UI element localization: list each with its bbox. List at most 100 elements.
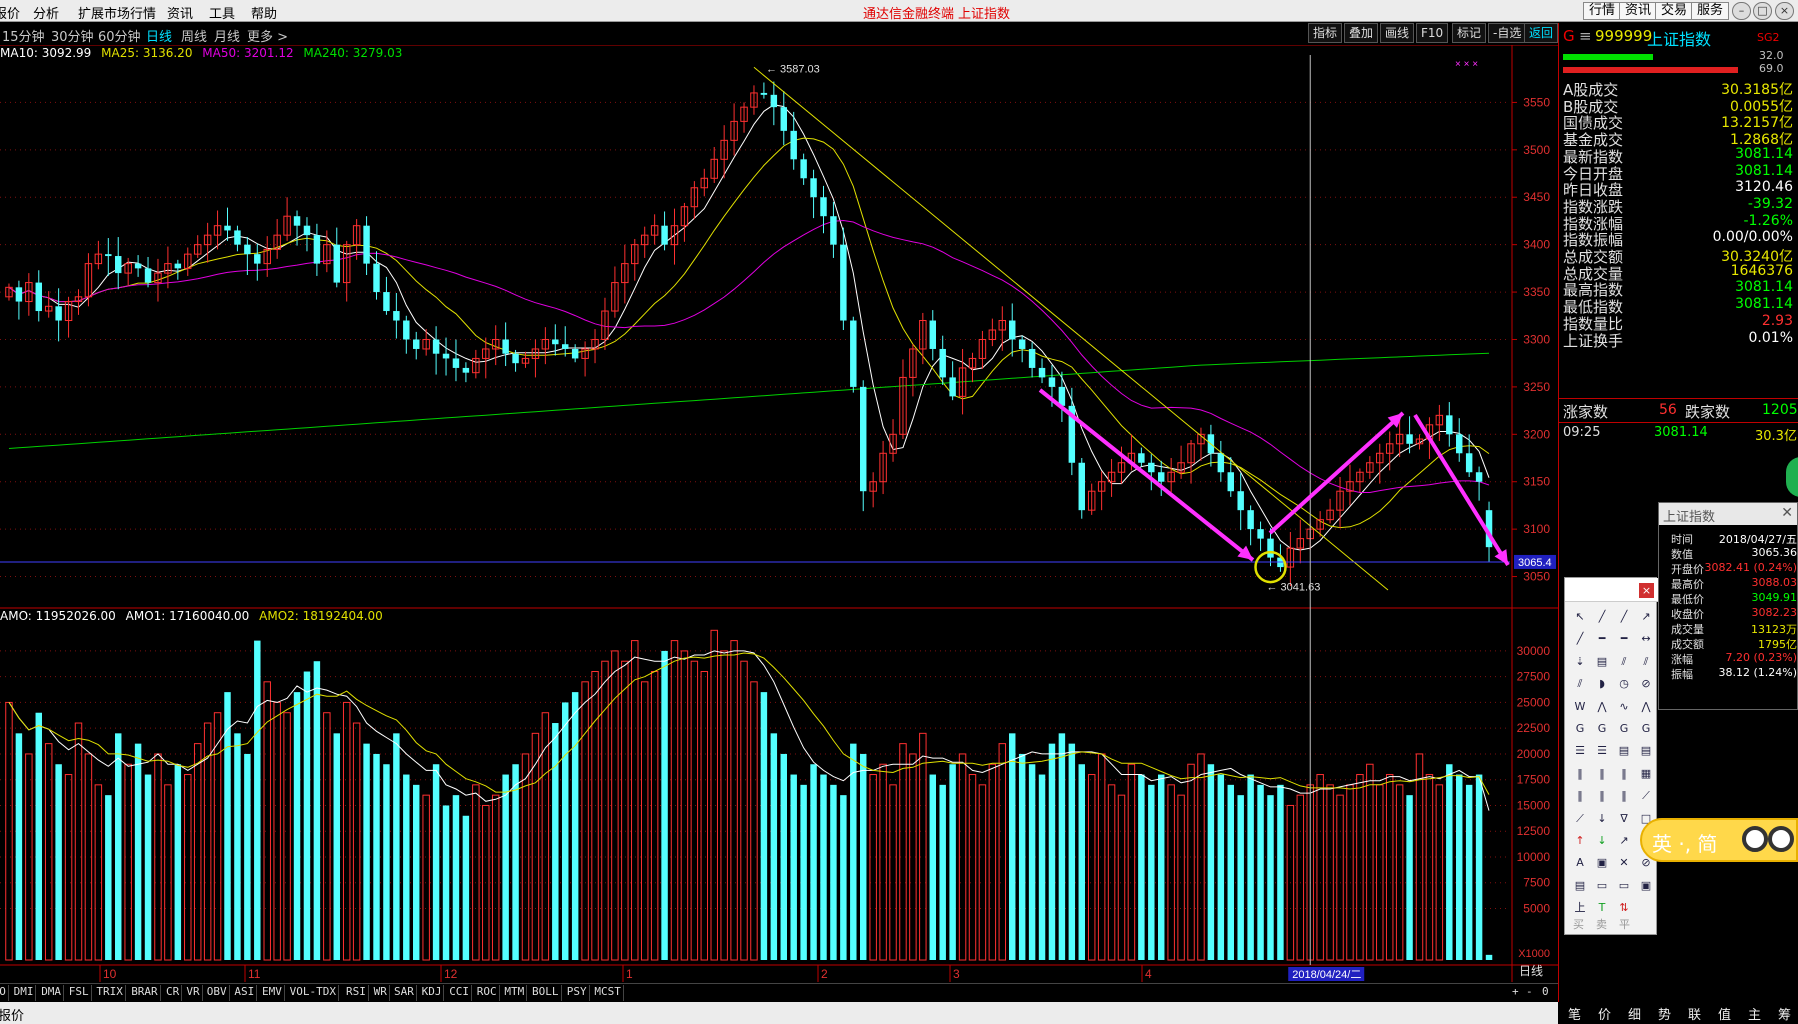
draw-tool-icon[interactable]: ↓ — [1593, 810, 1611, 828]
indicator-tab[interactable]: AMO — [0, 985, 9, 1001]
indicator-tab[interactable]: VOL-TDX — [288, 985, 339, 1001]
restore-icon[interactable]: □ — [1753, 2, 1772, 20]
draw-tool-icon[interactable]: ‖ — [1615, 765, 1633, 783]
btn-remove-watchlist[interactable]: -自选 — [1488, 23, 1527, 43]
zoom-out-button[interactable]: - — [1526, 985, 1533, 998]
status-left[interactable]: 报价 — [0, 1005, 24, 1024]
ime-toolbar[interactable]: 英 ·, 简 — [1640, 818, 1798, 862]
zoom-reset-button[interactable]: 0 — [1542, 985, 1549, 998]
draw-tool-icon[interactable]: ⟋ — [1637, 787, 1655, 805]
draw-tool-icon[interactable]: T — [1593, 899, 1611, 917]
indicator-tab[interactable]: FSL — [67, 985, 92, 1001]
draw-tool-icon[interactable]: ‖ — [1571, 787, 1589, 805]
indicator-tab[interactable]: OBV — [205, 985, 230, 1001]
draw-tool-icon[interactable]: ━ — [1615, 630, 1633, 648]
btn-back[interactable]: 返回 — [1524, 23, 1559, 43]
tool-sell-label[interactable]: 卖 — [1596, 916, 1607, 932]
draw-tool-icon[interactable]: 上 — [1571, 899, 1589, 917]
draw-tool-icon[interactable]: ⟋ — [1571, 810, 1589, 828]
btn-news[interactable]: 资讯 — [1619, 2, 1658, 20]
btn-service[interactable]: 服务 — [1691, 2, 1730, 20]
period-60min[interactable]: 60分钟 — [98, 26, 141, 45]
menu-news[interactable]: 资讯 — [167, 3, 193, 22]
menu-tools[interactable]: 工具 — [209, 3, 235, 22]
indicator-tab[interactable]: CCI — [447, 985, 473, 1001]
panel-tab[interactable]: 值 — [1718, 1004, 1731, 1023]
panel-tab[interactable]: 笔 — [1568, 1004, 1581, 1023]
period-weekly[interactable]: 周线 — [181, 26, 207, 45]
draw-tool-icon[interactable]: ⇅ — [1615, 899, 1633, 917]
draw-tool-icon[interactable]: ☰ — [1571, 742, 1589, 760]
indicator-tab[interactable]: KDJ — [420, 985, 445, 1001]
draw-tool-icon[interactable]: ▤ — [1571, 877, 1589, 895]
indicator-tab[interactable]: ROC — [475, 985, 500, 1001]
indicator-tab[interactable]: MCST — [592, 985, 624, 1001]
draw-tool-icon[interactable]: ▦ — [1637, 765, 1655, 783]
draw-tool-icon[interactable]: ⫽ — [1571, 675, 1589, 693]
panel-tab[interactable]: 主 — [1748, 1004, 1761, 1023]
draw-tool-icon[interactable]: ⋀ — [1593, 698, 1611, 716]
draw-tool-icon[interactable] — [1637, 899, 1655, 917]
btn-f10[interactable]: F10 — [1416, 23, 1449, 43]
draw-tool-icon[interactable]: G — [1637, 720, 1655, 738]
btn-mark[interactable]: 标记 — [1452, 23, 1487, 43]
draw-tool-icon[interactable]: ↓ — [1593, 832, 1611, 850]
menu-help[interactable]: 帮助 — [251, 3, 277, 22]
btn-draw[interactable]: 画线 — [1380, 23, 1415, 43]
period-monthly[interactable]: 月线 — [214, 26, 240, 45]
indicator-tab[interactable]: WR — [372, 985, 390, 1001]
draw-tool-icon[interactable]: ‖ — [1615, 787, 1633, 805]
indicator-tab[interactable]: SAR — [392, 985, 417, 1001]
indicator-tab[interactable]: CR — [164, 985, 183, 1001]
indicator-tab[interactable]: DMI — [12, 985, 37, 1001]
menu-analysis[interactable]: 分析 — [33, 3, 59, 22]
period-daily[interactable]: 日线 — [146, 26, 172, 45]
draw-tool-icon[interactable]: ╱ — [1571, 630, 1589, 648]
draw-tool-icon[interactable]: ▤ — [1637, 742, 1655, 760]
draw-tool-icon[interactable]: ▣ — [1593, 854, 1611, 872]
draw-tool-icon[interactable]: G — [1593, 720, 1611, 738]
draw-tool-icon[interactable]: ▭ — [1593, 877, 1611, 895]
draw-tool-icon[interactable]: ✕ — [1615, 854, 1633, 872]
draw-tool-icon[interactable]: ∇ — [1615, 810, 1633, 828]
btn-indicator[interactable]: 指标 — [1308, 23, 1343, 43]
close-icon[interactable]: × — [1775, 2, 1794, 20]
panel-tab[interactable]: 联 — [1688, 1004, 1701, 1023]
tool-flat-label[interactable]: 平 — [1619, 916, 1630, 932]
panel-tab[interactable]: 细 — [1628, 1004, 1641, 1023]
draw-tool-icon[interactable]: ⫽ — [1637, 653, 1655, 671]
indicator-tab[interactable]: MTM — [502, 985, 528, 1001]
minimize-icon[interactable]: – — [1732, 2, 1751, 20]
draw-tool-icon[interactable]: ↖ — [1571, 608, 1589, 626]
panel-tab[interactable]: 势 — [1658, 1004, 1671, 1023]
menu-lines-icon[interactable]: ≡ — [1579, 27, 1592, 45]
draw-tool-icon[interactable]: ╱ — [1615, 608, 1633, 626]
floating-badge-icon[interactable] — [1786, 457, 1798, 497]
period-30min[interactable]: 30分钟 — [51, 26, 94, 45]
draw-tool-icon[interactable]: ▭ — [1615, 877, 1633, 895]
draw-tool-icon[interactable]: ╱ — [1593, 608, 1611, 626]
draw-tool-icon[interactable]: ◷ — [1615, 675, 1633, 693]
indicator-tab[interactable]: BRAR — [129, 985, 161, 1001]
period-15min[interactable]: 15分钟 — [2, 26, 45, 45]
indicator-tab[interactable]: EMV — [260, 985, 285, 1001]
draw-tool-icon[interactable]: ↗ — [1615, 832, 1633, 850]
draw-tool-icon[interactable]: ⊘ — [1637, 675, 1655, 693]
draw-tool-icon[interactable]: ━ — [1593, 630, 1611, 648]
btn-market[interactable]: 行情 — [1583, 2, 1622, 20]
draw-tool-icon[interactable]: ‖ — [1593, 765, 1611, 783]
draw-tool-icon[interactable]: G — [1615, 720, 1633, 738]
draw-tool-icon[interactable]: ↔ — [1637, 630, 1655, 648]
indicator-tab[interactable]: DMA — [39, 985, 65, 1001]
period-more[interactable]: 更多 > — [247, 26, 288, 45]
toolbox-close-icon[interactable]: × — [1639, 583, 1654, 598]
draw-tool-icon[interactable]: ⇣ — [1571, 653, 1589, 671]
draw-tool-icon[interactable]: ∿ — [1615, 698, 1633, 716]
indicator-tab[interactable]: BOLL — [530, 985, 562, 1001]
draw-tool-icon[interactable]: A — [1571, 854, 1589, 872]
draw-tool-icon[interactable]: ☰ — [1593, 742, 1611, 760]
btn-trade[interactable]: 交易 — [1655, 2, 1694, 20]
indicator-tab[interactable]: VR — [184, 985, 203, 1001]
draw-tool-icon[interactable]: ↗ — [1637, 608, 1655, 626]
draw-tool-icon[interactable]: ⫽ — [1615, 653, 1633, 671]
